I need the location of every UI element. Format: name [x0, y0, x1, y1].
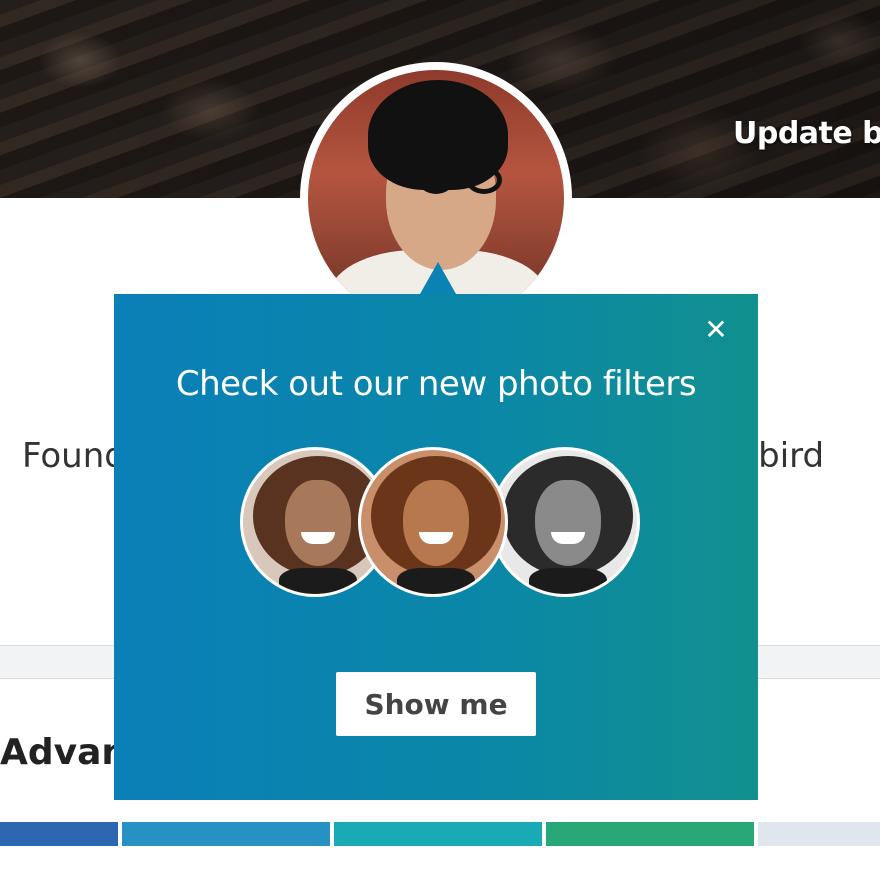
strength-segment	[546, 822, 754, 846]
popup-pointer	[420, 262, 456, 294]
strength-segment	[758, 822, 880, 846]
popup-title: Check out our new photo filters	[175, 364, 697, 404]
photo-filters-popup: ✕ Check out our new photo filters Show m…	[114, 294, 758, 800]
filter-preview-warm	[358, 447, 508, 597]
profile-headline-left: Found	[22, 436, 126, 476]
strength-segment	[334, 822, 542, 846]
update-background-link[interactable]: Update ba	[733, 116, 880, 151]
filter-previews	[240, 447, 640, 603]
filter-preview-black-and-white	[490, 447, 640, 597]
strength-segment	[122, 822, 330, 846]
strength-segment	[0, 822, 118, 846]
profile-strength-meter	[0, 822, 880, 846]
close-icon[interactable]: ✕	[702, 316, 730, 344]
show-me-button[interactable]: Show me	[336, 672, 536, 736]
